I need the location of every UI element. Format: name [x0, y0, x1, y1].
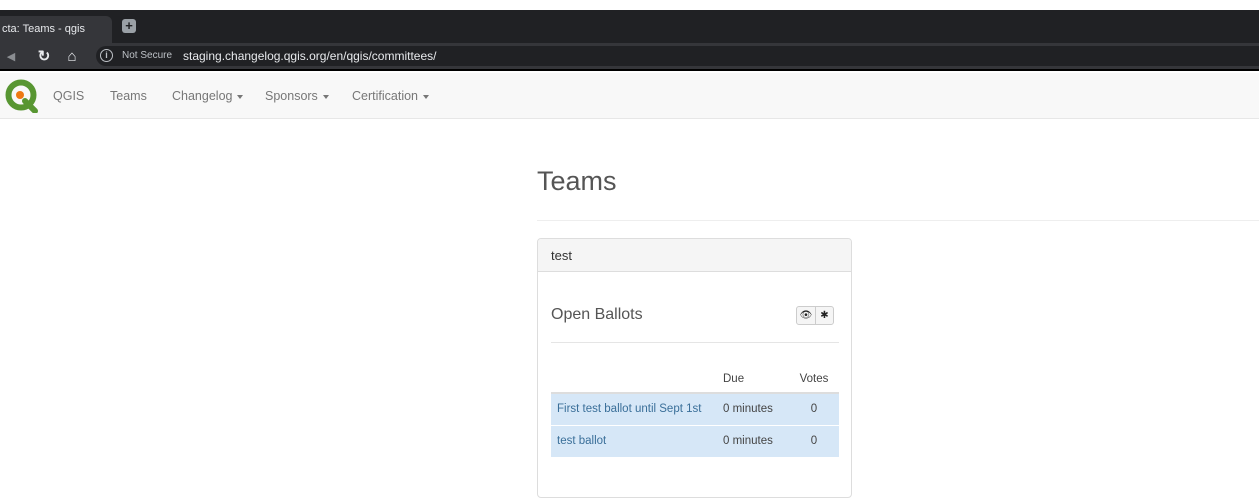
reload-icon[interactable]: ↻	[34, 47, 54, 67]
column-header-title	[551, 365, 717, 394]
nav-certification-dropdown[interactable]: Certification	[352, 73, 429, 119]
ballot-actions-group: 👁 ✱	[796, 306, 834, 325]
nav-sponsors-label: Sponsors	[265, 89, 318, 103]
ballot-due: 0 minutes	[717, 392, 789, 425]
ballot-title-link[interactable]: First test ballot until Sept 1st	[551, 392, 717, 425]
column-header-votes: Votes	[789, 365, 839, 394]
nav-sponsors-dropdown[interactable]: Sponsors	[265, 73, 329, 119]
eye-icon[interactable]: 👁	[797, 307, 815, 324]
asterisk-icon[interactable]: ✱	[815, 307, 833, 324]
ballot-title-link[interactable]: test ballot	[551, 424, 717, 457]
ballot-due: 0 minutes	[717, 424, 789, 457]
team-panel: test Open Ballots 👁 ✱ Due Votes First te…	[537, 238, 852, 498]
caret-down-icon	[423, 94, 429, 99]
browser-address-bar: ◀ ↻ ⌂ i Not Secure staging.changelog.qgi…	[0, 43, 1259, 71]
info-icon[interactable]: i	[100, 49, 113, 62]
site-navbar: QGIS Teams Changelog Sponsors Certificat…	[0, 73, 1259, 119]
url-input[interactable]: i Not Secure staging.changelog.qgis.org/…	[96, 46, 1259, 66]
ballot-votes: 0	[789, 392, 839, 425]
tab-title: cta: Teams - qgis	[2, 23, 85, 35]
caret-down-icon	[237, 94, 244, 99]
nav-changelog-dropdown[interactable]: Changelog	[172, 73, 244, 119]
back-icon[interactable]: ◀	[4, 47, 18, 67]
nav-teams-link[interactable]: Teams	[110, 73, 147, 119]
table-row[interactable]: test ballot 0 minutes 0	[551, 424, 839, 457]
table-header-row: Due Votes	[551, 365, 839, 394]
not-secure-label: Not Secure	[122, 50, 173, 61]
page-title: Teams	[537, 166, 617, 196]
browser-tab-bar: cta: Teams - qgis +	[0, 10, 1259, 43]
ballot-votes: 0	[789, 424, 839, 457]
table-row[interactable]: First test ballot until Sept 1st 0 minut…	[551, 392, 839, 425]
new-tab-button[interactable]: +	[122, 19, 136, 33]
section-divider	[551, 342, 839, 343]
caret-down-icon	[322, 94, 329, 99]
url-text: staging.changelog.qgis.org/en/qgis/commi…	[183, 49, 437, 63]
ballots-table: Due Votes First test ballot until Sept 1…	[551, 365, 839, 457]
home-icon[interactable]: ⌂	[62, 47, 82, 67]
title-divider	[537, 220, 1259, 221]
team-panel-heading: test	[538, 239, 851, 272]
browser-tab[interactable]: cta: Teams - qgis	[0, 16, 112, 43]
navbar-brand[interactable]: QGIS	[53, 73, 84, 119]
qgis-logo-icon[interactable]	[5, 79, 39, 113]
open-ballots-title: Open Ballots	[551, 306, 643, 323]
nav-certification-label: Certification	[352, 89, 418, 103]
column-header-due: Due	[717, 365, 789, 394]
plus-icon: +	[125, 18, 133, 33]
nav-changelog-label: Changelog	[172, 89, 233, 103]
window-top-edge	[0, 0, 1259, 10]
